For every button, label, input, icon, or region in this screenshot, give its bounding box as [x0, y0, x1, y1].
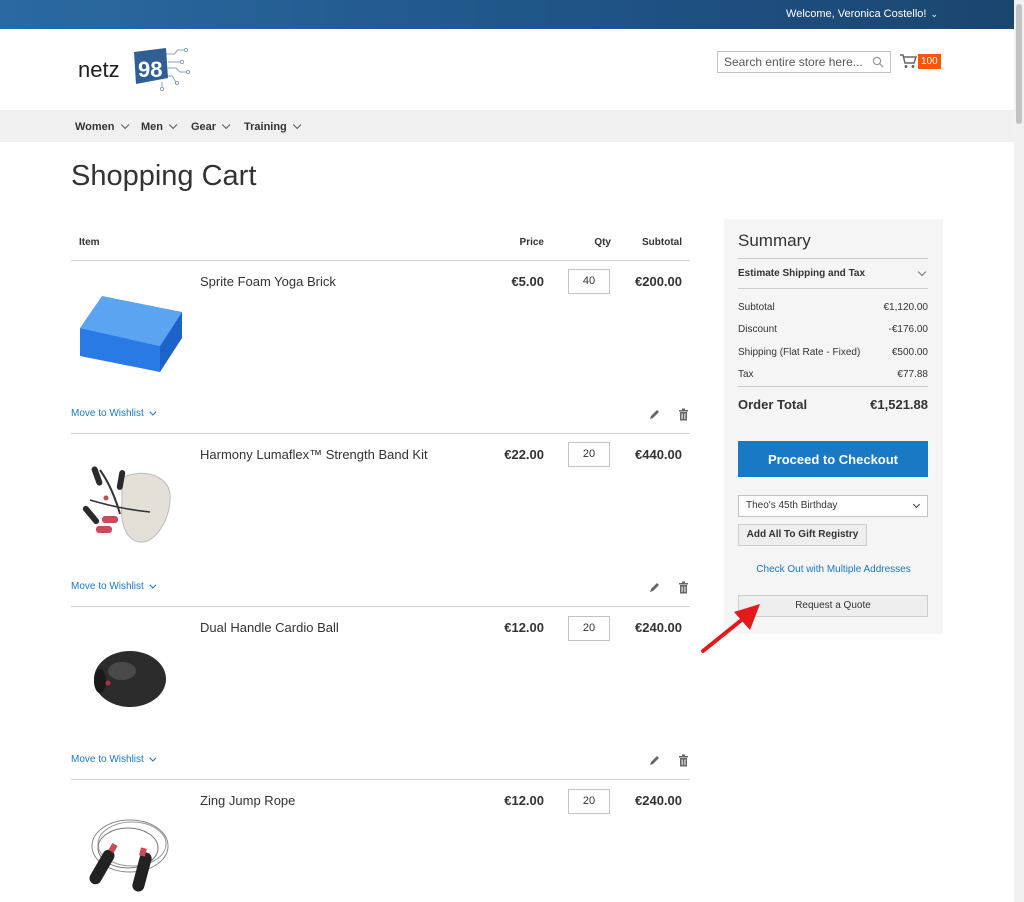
summary-value-tax: €77.88 [897, 369, 928, 380]
divider [738, 288, 928, 289]
order-total-label: Order Total [738, 397, 808, 412]
move-to-wishlist-link[interactable]: Move to Wishlist [71, 581, 157, 592]
svg-text:netz: netz [78, 57, 120, 82]
svg-text:98: 98 [138, 57, 162, 82]
nav-item-label: Gear [191, 121, 217, 133]
chevron-down-icon[interactable] [917, 267, 927, 277]
search-icon[interactable] [872, 56, 884, 68]
nav-item-men[interactable]: Men [141, 120, 178, 133]
wishlist-label: Move to Wishlist [71, 408, 144, 419]
nav-item-training[interactable]: Training [244, 120, 302, 133]
product-subtotal: €200.00 [635, 274, 682, 289]
search-input[interactable]: Search entire store here... [717, 51, 891, 73]
product-subtotal: €240.00 [635, 793, 682, 808]
summary-label-tax: Tax [738, 369, 754, 380]
column-header-price: Price [519, 237, 544, 248]
store-logo[interactable]: 98 netz [78, 46, 193, 92]
divider [738, 386, 928, 387]
product-image-strength-band-kit[interactable] [80, 460, 175, 550]
product-image-jump-rope[interactable] [84, 808, 174, 898]
column-header-item: Item [79, 237, 100, 248]
summary-label-discount: Discount [738, 324, 777, 335]
top-bar: Welcome, Veronica Costello! ⌄ [0, 0, 1024, 29]
order-total-value: €1,521.88 [870, 397, 928, 412]
nav-item-label: Men [141, 121, 163, 133]
product-subtotal: €440.00 [635, 447, 682, 462]
chevron-down-icon [149, 581, 157, 589]
main-navigation: Women Men Gear Training [0, 110, 1014, 142]
trash-icon[interactable] [677, 581, 690, 594]
chevron-down-icon: ⌄ [930, 9, 938, 19]
product-image-yoga-brick[interactable] [76, 290, 186, 376]
product-price: €5.00 [511, 274, 544, 289]
move-to-wishlist-link[interactable]: Move to Wishlist [71, 754, 157, 765]
divider [71, 260, 690, 261]
nav-item-gear[interactable]: Gear [191, 120, 231, 133]
summary-value-subtotal: €1,120.00 [883, 302, 929, 313]
multiple-addresses-link[interactable]: Check Out with Multiple Addresses [724, 564, 943, 575]
cart-count-badge[interactable]: 100 [918, 54, 941, 69]
chevron-down-icon [292, 120, 302, 130]
divider [71, 606, 690, 607]
move-to-wishlist-link[interactable]: Move to Wishlist [71, 408, 157, 419]
chevron-down-icon [221, 120, 231, 130]
quantity-input[interactable]: 40 [568, 269, 610, 294]
welcome-menu[interactable]: Welcome, Veronica Costello! ⌄ [786, 8, 938, 20]
estimate-shipping-toggle[interactable]: Estimate Shipping and Tax [738, 268, 865, 279]
annotation-arrow [701, 604, 760, 653]
trash-icon[interactable] [677, 754, 690, 767]
wishlist-label: Move to Wishlist [71, 754, 144, 765]
product-subtotal: €240.00 [635, 620, 682, 635]
divider [71, 433, 690, 434]
cart-icon[interactable] [899, 53, 917, 69]
summary-label-shipping: Shipping (Flat Rate - Fixed) [738, 347, 861, 358]
chevron-down-icon [120, 120, 129, 130]
scrollbar-thumb[interactable] [1016, 4, 1022, 124]
add-to-gift-registry-button[interactable]: Add All To Gift Registry [738, 524, 867, 546]
nav-item-label: Women [75, 121, 115, 133]
registry-selected-value: Theo's 45th Birthday [746, 500, 838, 511]
summary-label-subtotal: Subtotal [738, 302, 775, 313]
quantity-input[interactable]: 20 [568, 789, 610, 814]
divider [738, 258, 928, 259]
product-name[interactable]: Dual Handle Cardio Ball [200, 620, 339, 635]
page-scrollbar[interactable] [1014, 0, 1024, 902]
summary-value-shipping: €500.00 [891, 347, 928, 358]
wishlist-label: Move to Wishlist [71, 581, 144, 592]
product-name[interactable]: Zing Jump Rope [200, 793, 295, 808]
quantity-input[interactable]: 20 [568, 616, 610, 641]
nav-item-women[interactable]: Women [75, 120, 129, 133]
chevron-down-icon [168, 120, 178, 130]
summary-title: Summary [738, 231, 811, 250]
welcome-text: Welcome, Veronica Costello! [786, 8, 927, 20]
request-quote-button[interactable]: Request a Quote [738, 595, 928, 617]
product-price: €12.00 [504, 620, 544, 635]
summary-value-discount: -€176.00 [888, 324, 928, 335]
product-name[interactable]: Harmony Lumaflex™ Strength Band Kit [200, 447, 428, 462]
column-header-qty: Qty [594, 237, 611, 248]
page-title: Shopping Cart [71, 160, 257, 192]
trash-icon[interactable] [677, 408, 690, 421]
chevron-down-icon [149, 408, 157, 416]
divider [71, 779, 690, 780]
proceed-to-checkout-button[interactable]: Proceed to Checkout [738, 441, 928, 477]
product-name[interactable]: Sprite Foam Yoga Brick [200, 274, 336, 289]
product-image-cardio-ball[interactable] [92, 647, 168, 709]
edit-icon[interactable] [648, 581, 661, 594]
column-header-subtotal: Subtotal [642, 237, 682, 248]
product-price: €22.00 [504, 447, 544, 462]
chevron-down-icon [149, 754, 157, 762]
chevron-down-icon [912, 500, 921, 509]
product-price: €12.00 [504, 793, 544, 808]
search-placeholder: Search entire store here... [724, 55, 863, 69]
gift-registry-select[interactable]: Theo's 45th Birthday [738, 495, 928, 517]
nav-item-label: Training [244, 121, 287, 133]
order-summary: Summary Estimate Shipping and Tax Subtot… [724, 219, 943, 634]
edit-icon[interactable] [648, 754, 661, 767]
quantity-input[interactable]: 20 [568, 442, 610, 467]
edit-icon[interactable] [648, 408, 661, 421]
